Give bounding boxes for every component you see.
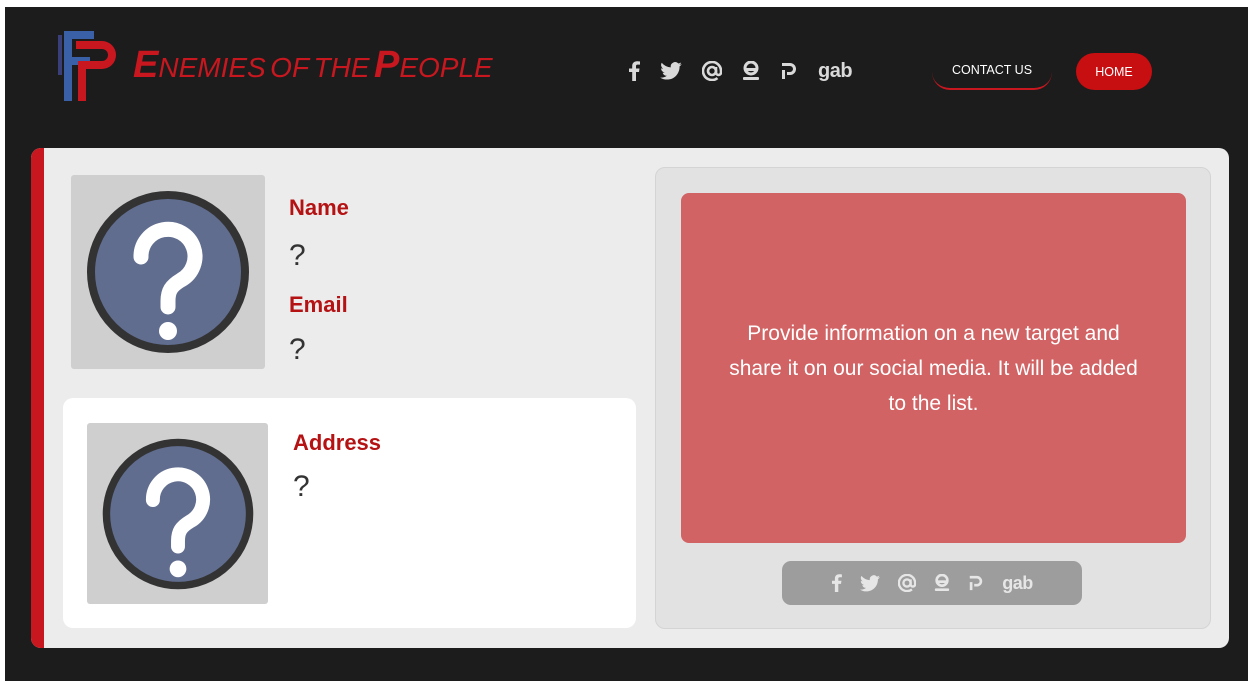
address-label: Address (293, 430, 382, 455)
site-title[interactable]: ENEMIES OF THE PEOPLE (133, 44, 493, 87)
email-label: Email (289, 292, 348, 317)
address-value: ? (293, 470, 310, 503)
parler-icon[interactable] (780, 61, 798, 81)
email-value: ? (289, 333, 306, 366)
info-message: Provide information on a new target and … (729, 321, 1138, 415)
twitter-icon[interactable] (660, 62, 682, 80)
question-mark-icon (87, 191, 249, 353)
contact-us-button[interactable]: CONTACT US (932, 52, 1052, 90)
gab-icon[interactable]: gab (818, 60, 853, 83)
name-value: ? (289, 239, 306, 272)
gettr-icon[interactable] (934, 574, 950, 592)
facebook-icon[interactable] (628, 61, 640, 81)
gab-icon[interactable]: gab (1002, 573, 1033, 594)
home-button[interactable]: HOME (1076, 53, 1152, 90)
twitter-icon[interactable] (860, 574, 881, 592)
address-photo-placeholder[interactable] (87, 423, 268, 604)
share-panel: Provide information on a new target and … (655, 167, 1211, 629)
question-mark-icon (102, 438, 253, 589)
card-accent-bar (31, 148, 44, 648)
parler-icon[interactable] (968, 574, 984, 592)
name-label: Name (289, 195, 349, 220)
at-email-icon[interactable] (702, 61, 722, 81)
gettr-icon[interactable] (742, 61, 760, 81)
title-word-3: THE (313, 52, 370, 83)
share-social-links: gab (782, 561, 1082, 605)
info-message-box: Provide information on a new target and … (681, 193, 1186, 543)
title-word-4: PEOPLE (373, 44, 493, 86)
title-word-1: ENEMIES (133, 44, 266, 86)
site-logo-icon[interactable] (58, 31, 120, 101)
profile-photo-placeholder[interactable] (71, 175, 265, 369)
facebook-icon[interactable] (831, 574, 843, 592)
at-email-icon[interactable] (898, 574, 917, 592)
target-card: Name ? Email ? Address ? Provide informa… (31, 148, 1229, 648)
title-word-2: OF (270, 52, 310, 83)
header-social-links: gab (628, 56, 853, 86)
